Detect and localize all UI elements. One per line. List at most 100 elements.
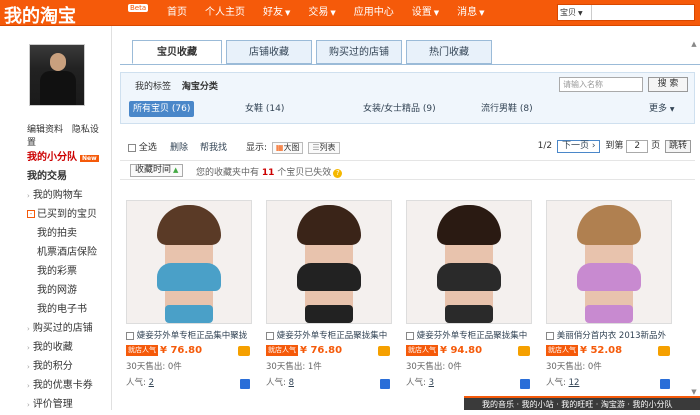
sidebar-item-points[interactable]: › 我的积分	[0, 357, 112, 376]
sidebar-item-favorites[interactable]: › 我的收藏	[0, 338, 112, 357]
category-mens-shoes[interactable]: 流行男鞋 (8)	[481, 101, 533, 117]
footer-bar[interactable]: 我的音乐 · 我的小站 · 我的旺旺 · 淘宝游 · 我的小分队	[464, 396, 700, 410]
sidebar-item-shops[interactable]: › 购买过的店铺	[0, 319, 112, 338]
collapse-icon[interactable]: -	[27, 210, 35, 218]
share-icon[interactable]	[240, 379, 250, 389]
product-garment-bottom	[165, 305, 213, 323]
category-womens-clothing[interactable]: 女装/女士精品 (9)	[363, 101, 436, 117]
shop-badge: 就店人气	[406, 345, 438, 356]
product-checkbox[interactable]	[406, 331, 414, 340]
avatar[interactable]	[29, 44, 85, 106]
nav-friends[interactable]: 好友 ▼	[254, 0, 299, 26]
sidebar-item-lottery[interactable]: 我的彩票	[0, 262, 112, 281]
share-icon[interactable]	[380, 379, 390, 389]
share-icon[interactable]	[660, 379, 670, 389]
favorites-search-button[interactable]: 搜 索	[648, 77, 688, 92]
expired-count[interactable]: 11	[262, 168, 275, 178]
sidebar-item-coupons[interactable]: › 我的优惠卡券	[0, 376, 112, 395]
filter-panel: 我的标签 淘宝分类 请输入名称 搜 索 所有宝贝 (76) 女鞋 (14) 女装…	[120, 72, 695, 124]
nav-messages[interactable]: 消息 ▼	[448, 0, 493, 26]
sidebar-item-auction[interactable]: 我的拍卖	[0, 224, 112, 243]
product-garment	[297, 263, 361, 291]
cart-icon[interactable]	[658, 346, 670, 356]
product-image[interactable]	[266, 200, 392, 324]
page-number-input[interactable]: 2	[626, 140, 649, 153]
popularity-link[interactable]: 3	[429, 378, 434, 388]
logo[interactable]: 我的淘宝	[4, 2, 76, 28]
product-name[interactable]: 婕妾芬外单专柜正品集中聚拢	[126, 330, 252, 342]
cart-icon[interactable]	[238, 346, 250, 356]
chevron-down-icon: ▼	[669, 106, 675, 113]
cart-icon[interactable]	[378, 346, 390, 356]
nav-profile[interactable]: 个人主页	[196, 0, 254, 26]
select-all[interactable]: 全选	[128, 140, 157, 153]
favorites-search-input[interactable]: 请输入名称	[559, 77, 643, 92]
sort-up-icon: ▲	[173, 166, 179, 174]
sidebar-item-ebooks[interactable]: 我的电子书	[0, 300, 112, 319]
sort-by-time-button[interactable]: 收藏时间 ▲	[130, 164, 184, 177]
product-checkbox[interactable]	[126, 331, 134, 340]
go-page-button[interactable]: 跳转	[664, 140, 691, 153]
nav-apps[interactable]: 应用中心	[345, 0, 403, 26]
tab-item-favorites[interactable]: 宝贝收藏	[132, 40, 222, 64]
my-tags-link[interactable]: 我的标签	[135, 82, 171, 92]
product-card[interactable]: 婕妾芬外单专柜正品聚拢集中 就店人气 ¥ 94.80 30天售出: 0件 人气: 3	[406, 200, 532, 390]
tab-shop-favorites[interactable]: 店铺收藏	[226, 40, 312, 64]
scroll-down-icon[interactable]: ▼	[690, 388, 698, 396]
shop-badge: 就店人气	[266, 345, 298, 356]
scrollbar[interactable]: ▲ ▼	[690, 40, 698, 396]
nav-home[interactable]: 首页	[158, 0, 196, 26]
delete-button[interactable]: 删除	[170, 140, 188, 153]
product-checkbox[interactable]	[546, 331, 554, 340]
product-checkbox[interactable]	[266, 331, 274, 340]
tab-bought-shops[interactable]: 购买过的店铺	[316, 40, 402, 64]
category-all[interactable]: 所有宝贝 (76)	[129, 101, 195, 117]
category-row: 所有宝贝 (76) 女鞋 (14) 女装/女士精品 (9) 流行男鞋 (8) 更…	[129, 101, 689, 117]
find-similar-button[interactable]: 帮我找	[200, 140, 227, 153]
popularity-link[interactable]: 8	[289, 378, 294, 388]
popularity-link[interactable]: 12	[569, 378, 580, 388]
edit-profile-link[interactable]: 编辑资料	[27, 125, 63, 135]
product-name[interactable]: 婕妾芬外单专柜正品聚拢集中	[406, 330, 532, 342]
sidebar-item-reviews[interactable]: › 评价管理	[0, 395, 112, 414]
product-card[interactable]: 美丽俏分首内衣 2013新品外 就店人气 ¥ 52.08 30天售出: 0件 人气: 1…	[546, 200, 672, 390]
category-womens-shoes[interactable]: 女鞋 (14)	[245, 101, 284, 117]
select-all-checkbox[interactable]	[128, 143, 136, 152]
display-mode: 显示: ▦大图 ☰列表	[246, 140, 340, 154]
sidebar-item-cart[interactable]: › 我的购物车	[0, 186, 112, 205]
arrow-right-icon: ›	[27, 363, 30, 371]
sidebar-item-games[interactable]: 我的网游	[0, 281, 112, 300]
sidebar-item-travel[interactable]: 机票酒店保险	[0, 243, 112, 262]
list-view-button[interactable]: ☰列表	[308, 142, 340, 154]
product-name[interactable]: 婕妾芬外单专柜正品聚拢集中	[266, 330, 392, 342]
search-scope-select[interactable]: 宝贝 ▼	[558, 5, 592, 20]
next-page-button[interactable]: 下一页 ›	[556, 140, 601, 153]
popularity-link[interactable]: 2	[149, 378, 154, 388]
arrow-right-icon: ›	[27, 382, 30, 390]
arrow-right-icon: ›	[27, 192, 30, 200]
product-name[interactable]: 美丽俏分首内衣 2013新品外	[546, 330, 672, 342]
scroll-up-icon[interactable]: ▲	[690, 40, 698, 48]
help-icon[interactable]: ?	[333, 169, 343, 178]
sidebar-team[interactable]: 我的小分队 New	[0, 148, 112, 167]
avatar-body	[40, 71, 76, 105]
product-garment	[157, 263, 221, 291]
taobao-category-link[interactable]: 淘宝分类	[182, 82, 218, 92]
product-image[interactable]	[546, 200, 672, 324]
product-image[interactable]	[126, 200, 252, 324]
avatar-head	[50, 53, 66, 71]
category-more[interactable]: 更多 ▼	[649, 101, 675, 117]
product-image[interactable]	[406, 200, 532, 324]
header-search[interactable]: 宝贝 ▼	[557, 4, 695, 21]
cart-icon[interactable]	[518, 346, 530, 356]
tab-hot-favorites[interactable]: 热门收藏	[406, 40, 492, 64]
nav-trade[interactable]: 交易 ▼	[299, 0, 344, 26]
product-card[interactable]: 婕妾芬外单专柜正品聚拢集中 就店人气 ¥ 76.80 30天售出: 1件 人气: 8	[266, 200, 392, 390]
share-icon[interactable]	[520, 379, 530, 389]
arrow-right-icon: ›	[27, 344, 30, 352]
product-card[interactable]: 婕妾芬外单专柜正品集中聚拢 就店人气 ¥ 76.80 30天售出: 0件 人气: 2	[126, 200, 252, 390]
big-image-view-button[interactable]: ▦大图	[271, 142, 304, 154]
shop-badge: 就店人气	[126, 345, 158, 356]
nav-settings[interactable]: 设置 ▼	[403, 0, 448, 26]
sidebar-item-bought[interactable]: - 已买到的宝贝	[0, 205, 112, 224]
